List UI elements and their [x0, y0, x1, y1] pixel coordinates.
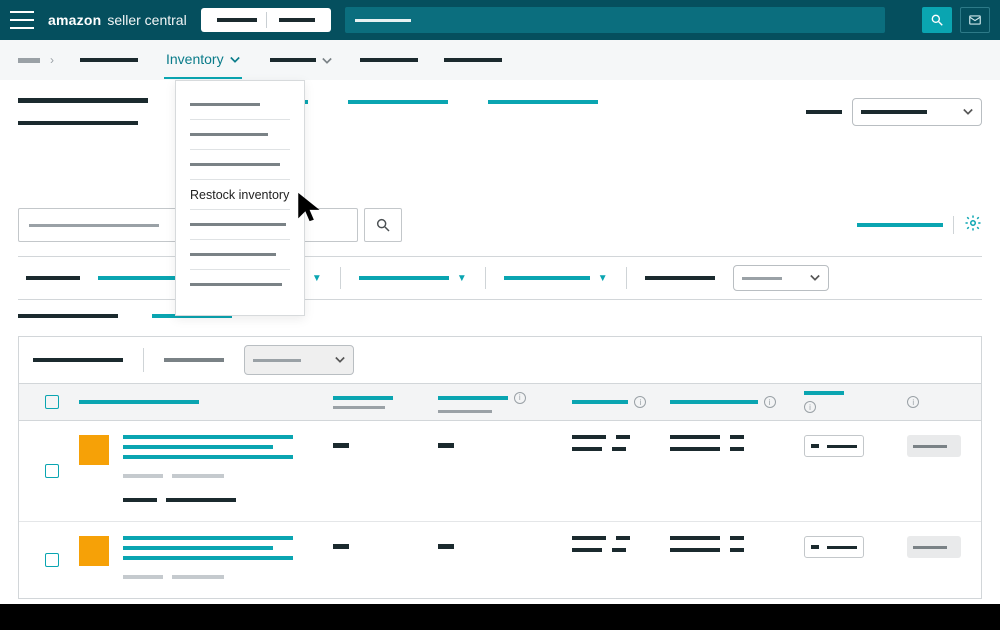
- filter-dropdown[interactable]: ▼: [504, 273, 608, 284]
- filter-select[interactable]: [733, 265, 829, 291]
- cell-value: [670, 536, 805, 584]
- cell-value: [438, 544, 454, 549]
- menu-item[interactable]: [190, 89, 290, 119]
- product-thumbnail[interactable]: [79, 536, 109, 566]
- chevron-down-icon: [810, 269, 820, 287]
- inventory-table: i i i i i: [18, 336, 982, 599]
- menu-item-restock-inventory[interactable]: Restock inventory: [190, 179, 290, 209]
- menu-icon[interactable]: [10, 11, 34, 29]
- chevron-right-icon: ›: [50, 53, 54, 67]
- info-icon[interactable]: i: [764, 396, 776, 408]
- menu-item[interactable]: [190, 149, 290, 179]
- nav-item[interactable]: [360, 58, 418, 62]
- video-letterbox: [0, 604, 1000, 630]
- cell-value: [438, 443, 454, 448]
- menu-item[interactable]: [190, 269, 290, 299]
- link[interactable]: [857, 223, 943, 227]
- row-action-button[interactable]: [907, 435, 961, 457]
- table-row: [19, 421, 981, 521]
- page-title: [18, 98, 148, 103]
- menu-item[interactable]: [190, 119, 290, 149]
- bulk-action-link[interactable]: [33, 358, 123, 362]
- menu-item[interactable]: [190, 239, 290, 269]
- select-all-checkbox[interactable]: [45, 395, 59, 409]
- table-row: [19, 521, 981, 598]
- filter-dropdown[interactable]: ▼: [359, 273, 467, 284]
- cell-value: [572, 536, 669, 584]
- column-header[interactable]: [572, 400, 628, 404]
- cell-value: [670, 435, 805, 507]
- column-header[interactable]: [333, 396, 393, 400]
- menu-item-label: Restock inventory: [190, 188, 289, 202]
- search-icon: [930, 13, 944, 27]
- settings-button[interactable]: [964, 214, 982, 237]
- row-checkbox[interactable]: [45, 553, 59, 567]
- cell-value: [333, 544, 349, 549]
- table-header-row: i i i i i: [19, 383, 981, 421]
- row-action-select[interactable]: [804, 435, 864, 457]
- inventory-dropdown-menu: Restock inventory: [175, 80, 305, 316]
- chevron-down-icon: [322, 52, 332, 68]
- info-icon[interactable]: i: [634, 396, 646, 408]
- column-header[interactable]: [670, 400, 758, 404]
- mail-icon: [968, 13, 982, 27]
- info-icon[interactable]: i: [514, 392, 526, 404]
- product-thumbnail[interactable]: [79, 435, 109, 465]
- menu-item[interactable]: [190, 209, 290, 239]
- page-tab[interactable]: [488, 100, 598, 104]
- page-tab[interactable]: [348, 100, 448, 104]
- bulk-action-link[interactable]: [164, 358, 224, 362]
- column-header: i: [907, 384, 967, 420]
- inventory-search-button[interactable]: [364, 208, 402, 242]
- row-action-select[interactable]: [804, 536, 864, 558]
- info-icon[interactable]: i: [804, 401, 816, 413]
- column-header[interactable]: [804, 391, 844, 395]
- view-selector[interactable]: [852, 98, 982, 126]
- global-search-input[interactable]: [345, 7, 885, 33]
- page-content: ▼ ▼ ▼ ▼ i i: [0, 80, 1000, 599]
- chevron-down-icon: [963, 103, 973, 121]
- row-checkbox[interactable]: [45, 464, 59, 478]
- global-search-button[interactable]: [922, 7, 952, 33]
- page-subtitle: [18, 121, 138, 125]
- top-header: amazon seller central: [0, 0, 1000, 40]
- nav-inventory[interactable]: Inventory: [164, 41, 242, 79]
- filter-label: [645, 276, 715, 280]
- filter-bar: ▼ ▼ ▼ ▼: [18, 256, 982, 300]
- breadcrumb: ›: [18, 53, 54, 67]
- label: [806, 110, 842, 114]
- cell-value: [333, 443, 349, 448]
- account-selector[interactable]: [201, 8, 331, 32]
- messages-button[interactable]: [960, 7, 990, 33]
- brand-seller-central: seller central: [107, 12, 186, 28]
- sub-tab[interactable]: [18, 314, 118, 318]
- product-title[interactable]: [123, 536, 293, 584]
- column-header[interactable]: [438, 396, 508, 400]
- search-icon: [375, 217, 391, 233]
- brand-amazon: amazon: [48, 12, 101, 28]
- nav-item[interactable]: [80, 58, 138, 62]
- cell-value: [572, 435, 669, 507]
- brand-logo[interactable]: amazon seller central: [48, 12, 187, 28]
- nav-item[interactable]: [268, 42, 334, 78]
- cursor-icon: [294, 190, 328, 229]
- chevron-down-icon: [230, 51, 240, 67]
- secondary-nav: › Inventory: [0, 40, 1000, 80]
- bulk-action-select[interactable]: [244, 345, 354, 375]
- row-action-button[interactable]: [907, 536, 961, 558]
- gear-icon: [964, 214, 982, 232]
- info-icon[interactable]: i: [907, 396, 919, 408]
- nav-inventory-label: Inventory: [166, 51, 224, 67]
- filter-label: [26, 276, 80, 280]
- nav-item[interactable]: [444, 58, 502, 62]
- column-header[interactable]: [79, 400, 199, 404]
- chevron-down-icon: [335, 351, 345, 369]
- product-title[interactable]: [123, 435, 293, 507]
